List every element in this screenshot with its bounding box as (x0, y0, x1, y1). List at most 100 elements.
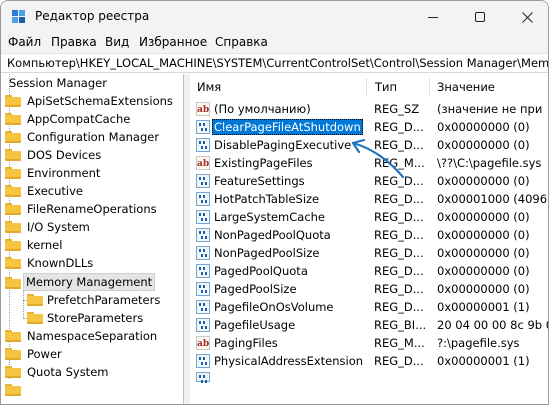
value-type: REG_D... (374, 174, 424, 188)
value-type: REG_D... (374, 282, 424, 296)
string-value-icon: ab (196, 336, 210, 350)
value-name: PagingFiles (214, 336, 278, 350)
tree-item-label: Environment (27, 166, 101, 180)
value-type: REG_D... (374, 138, 424, 152)
tree-item-label: AppCompatCache (27, 112, 131, 126)
binary-value-icon (196, 246, 210, 260)
value-type: REG_D... (374, 192, 424, 206)
tree-item-label: kernel (27, 238, 63, 252)
menu-edit[interactable]: Правка (51, 35, 97, 49)
value-row[interactable]: LargeSystemCache REG_D... 0x00000000 (0) (190, 208, 548, 226)
registry-editor-icon (12, 10, 25, 23)
tree-item-label: Memory Management (23, 273, 156, 291)
value-row[interactable]: NonPagedPoolQuota REG_D... 0x00000000 (0… (190, 226, 548, 244)
tree-connector (23, 287, 24, 318)
value-row-selected[interactable]: ClearPageFileAtShutdown REG_D... 0x00000… (190, 118, 548, 136)
value-row[interactable]: DisablePagingExecutive REG_D... 0x000000… (190, 136, 548, 154)
value-name: (По умолчанию) (214, 102, 311, 116)
folder-icon (5, 366, 21, 378)
menu-help[interactable]: Справка (215, 35, 268, 49)
tree-item-memory-management[interactable]: Memory Management (1, 273, 156, 291)
column-data-header[interactable]: Значение (430, 74, 495, 100)
column-type-header[interactable]: Тип (368, 74, 397, 100)
close-button[interactable] (504, 1, 548, 33)
values-list-pane: Имя Тип Значение ab (По умолчанию) REG_S… (190, 74, 548, 404)
value-row[interactable]: PagefileUsage REG_BI... 20 04 00 00 8c 9… (190, 316, 548, 334)
value-row[interactable]: NonPagedPoolSize REG_D... 0x00000000 (0) (190, 244, 548, 262)
binary-value-icon (196, 192, 210, 206)
value-row[interactable]: PagedPoolQuota REG_D... 0x00000000 (0) (190, 262, 548, 280)
value-name: NonPagedPoolQuota (214, 228, 331, 242)
minimize-icon (428, 16, 438, 18)
value-data: 0x00000001 (1) (437, 300, 530, 314)
value-type: REG_D... (374, 228, 424, 242)
tree-item-label: DOS Devices (27, 148, 102, 162)
address-bar[interactable]: Компьютер\HKEY_LOCAL_MACHINE\SYSTEM\Curr… (1, 53, 548, 73)
value-row[interactable]: HotPatchTableSize REG_D... 0x00001000 (4… (190, 190, 548, 208)
value-type: REG_M... (374, 336, 425, 350)
value-data: 0x00000000 (0) (437, 174, 530, 188)
folder-icon (5, 257, 21, 269)
value-name: HotPatchTableSize (214, 192, 320, 206)
value-row[interactable]: ab (По умолчанию) REG_SZ (значение не пр… (190, 100, 548, 118)
binary-value-icon (196, 120, 210, 134)
title-bar[interactable]: Редактор реестра (1, 1, 548, 33)
menu-file[interactable]: Файл (8, 35, 41, 49)
folder-icon (5, 149, 21, 161)
value-data: ?:\pagefile.sys (437, 336, 520, 350)
value-name: FeatureSettings (214, 174, 305, 188)
value-type: REG_D... (374, 264, 424, 278)
value-type: REG_BI... (374, 318, 427, 332)
value-row[interactable] (190, 370, 548, 383)
folder-icon (5, 330, 21, 342)
value-name: DisablePagingExecutive (214, 138, 352, 152)
binary-value-icon (196, 282, 210, 296)
value-row[interactable]: ab PagingFiles REG_M... ?:\pagefile.sys (190, 334, 548, 352)
binary-value-icon (196, 210, 210, 224)
menu-view[interactable]: Вид (105, 35, 129, 49)
minimize-button[interactable] (410, 1, 456, 33)
value-data: 0x00000000 (0) (437, 138, 530, 152)
maximize-button[interactable] (457, 1, 503, 33)
binary-value-icon (196, 228, 210, 242)
value-row[interactable]: PagedPoolSize REG_D... 0x00000000 (0) (190, 280, 548, 298)
folder-icon (5, 113, 21, 125)
registry-editor-window: Редактор реестра Файл Правка Вид Избранн… (0, 0, 549, 405)
value-data: 0x00000000 (0) (437, 210, 530, 224)
tree-item-label: I/O System (27, 220, 90, 234)
maximize-icon (475, 12, 485, 22)
tree-item-label: ApiSetSchemaExtensions (27, 94, 173, 108)
value-name: PagedPoolSize (214, 282, 297, 296)
value-type: REG_D... (374, 354, 424, 368)
value-row[interactable]: FeatureSettings REG_D... 0x00000000 (0) (190, 172, 548, 190)
binary-value-icon (196, 318, 210, 332)
string-value-icon: ab (196, 156, 210, 170)
value-data: 0x00000000 (0) (437, 264, 530, 278)
tree-item-label: Quota System (27, 365, 109, 379)
value-name: PagefileUsage (214, 318, 296, 332)
value-type: REG_D... (374, 210, 424, 224)
value-type: REG_D... (374, 120, 424, 134)
column-divider[interactable] (366, 78, 367, 96)
value-row[interactable]: PhysicalAddressExtension REG_D... 0x0000… (190, 352, 548, 370)
value-data: 0x00000000 (0) (437, 246, 530, 260)
folder-icon (5, 348, 21, 360)
value-data: (значение не при (437, 102, 543, 116)
menu-favorites[interactable]: Избранное (139, 35, 207, 49)
folder-icon (5, 131, 21, 143)
close-icon (521, 11, 533, 23)
value-row[interactable]: PagefileOnOsVolume REG_D... 0x00000001 (… (190, 298, 548, 316)
open-folder-icon (5, 277, 21, 289)
folder-icon (5, 239, 21, 251)
value-data: 0x00000000 (0) (437, 120, 530, 134)
binary-value-icon (196, 300, 210, 314)
value-row[interactable]: ab ExistingPageFiles REG_M... \??\C:\pag… (190, 154, 548, 172)
tree-item-label: Session Manager (9, 76, 107, 90)
column-name-header[interactable]: Имя (190, 74, 221, 100)
value-name: PhysicalAddressExtension (214, 354, 364, 368)
value-type: REG_SZ (374, 102, 420, 116)
value-data: 0x00000000 (0) (437, 228, 530, 242)
value-data: 0x00001000 (4096) (437, 192, 548, 206)
value-data: \??\C:\pagefile.sys (437, 156, 542, 170)
tree-item-label: PrefetchParameters (47, 293, 161, 307)
